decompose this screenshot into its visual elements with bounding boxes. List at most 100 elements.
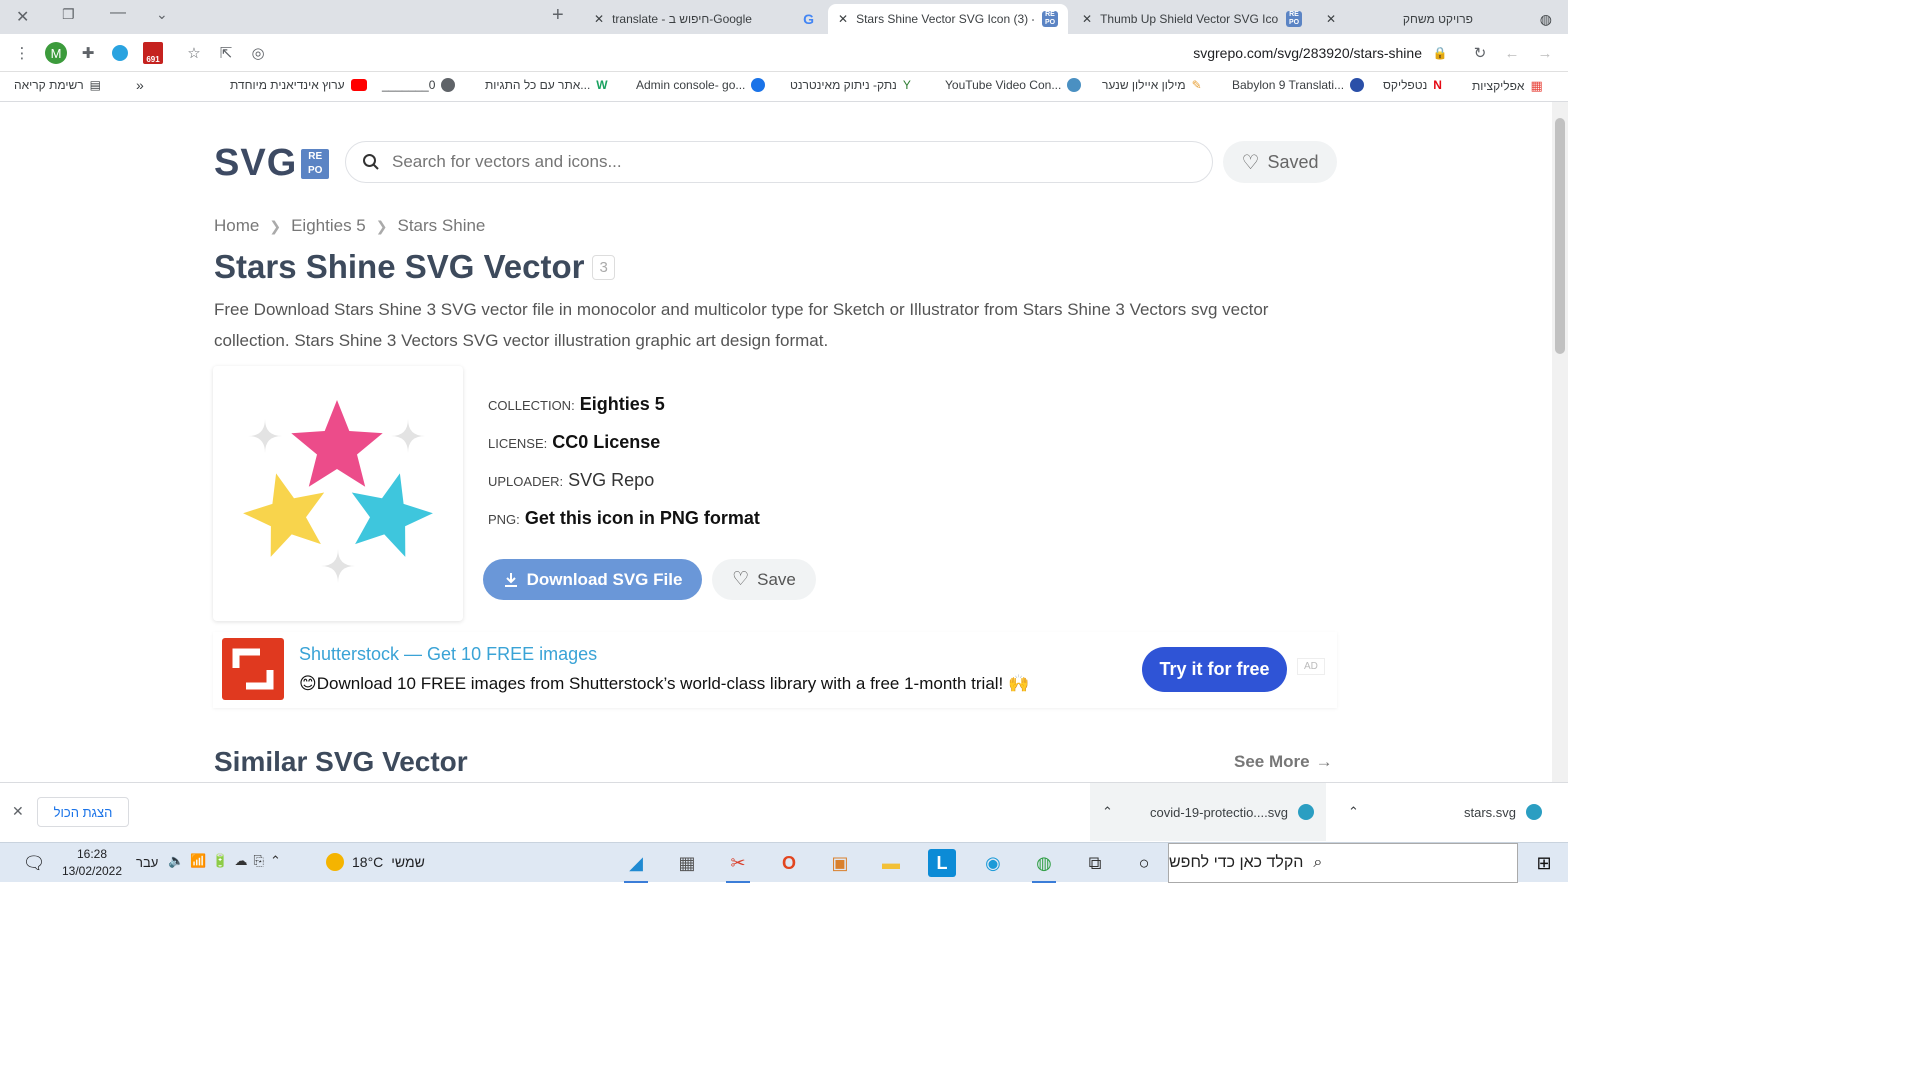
saved-button[interactable]: ♡ Saved [1223,141,1337,183]
show-all-button[interactable]: הצגת הכול [37,797,129,827]
language-indicator[interactable]: עבר [136,855,158,870]
bookmark-item[interactable]: אתר עם כל התגיות... W [485,78,608,92]
heart-icon: ♡ [1241,151,1260,174]
meta-collection-link[interactable]: Eighties 5 [580,394,665,414]
tab-stars-shine[interactable]: ✕ Stars Shine Vector SVG Icon (3) - RE PO [828,4,1068,34]
clock[interactable]: 16:28 13/02/2022 [56,846,128,880]
ad-banner[interactable]: Shutterstock — Get 10 FREE images 😊Downl… [213,632,1337,708]
saved-label: Saved [1267,151,1319,172]
png-link[interactable]: Get this icon in PNG format [525,508,760,528]
file-explorer-icon[interactable]: ▬ [877,849,905,877]
breadcrumb-home[interactable]: Home [214,216,259,236]
download-item[interactable]: ⌃ covid-19-protectio....svg [1090,783,1326,841]
hide-eye-icon[interactable]: ◎ [248,43,268,63]
scrollbar-thumb[interactable] [1555,118,1565,354]
chevron-up-icon[interactable]: ⌃ [1102,804,1113,820]
new-tab-icon[interactable]: + [552,4,564,27]
bookmark-item[interactable]: YouTube Video Con... [945,78,1082,92]
tab-project-game[interactable]: ✕ פרויקט משחק ◍ [1316,4,1562,34]
vscode-icon[interactable]: ◢ [622,849,650,883]
address-url[interactable]: svgrepo.com/svg/283920/stars-shine [1120,45,1422,61]
lock-icon[interactable]: 🔒 [1430,43,1450,63]
tab-thumb-up-shield[interactable]: ✕ Thumb Up Shield Vector SVG Ico RE PO [1072,4,1312,34]
bookmark-item[interactable]: נטפליקס N [1383,78,1442,92]
tab-google-translate[interactable]: ✕ translate - חיפוש ב-Google G [584,4,824,34]
restore-window-icon[interactable]: ❐ [62,6,75,23]
bookmark-label: נטפליקס [1383,78,1428,92]
gmail-badge: 691 [146,55,160,64]
weather-widget[interactable]: 18°C שמשי [326,853,425,871]
taskbar-search[interactable]: ⌕ הקלד כאן כדי לחפש [1168,843,1518,883]
minimize-window-icon[interactable]: — [110,4,126,22]
office-icon[interactable]: O [775,849,803,877]
bookmarks-overflow-icon[interactable]: » [136,77,144,93]
close-tab-icon[interactable]: ✕ [594,12,604,26]
search-input[interactable] [392,152,1092,172]
menu-kebab-icon[interactable]: ⋮ [12,43,32,63]
back-icon[interactable]: → [1535,43,1555,63]
bookmarks-bar: רשימת קריאה ▤ » ערוץ אינדיאנית מיוחדת __… [0,72,1568,102]
bookmark-star-icon[interactable]: ☆ [184,43,204,63]
meta-uploader-value: SVG Repo [568,470,655,490]
search-bar[interactable] [345,141,1213,183]
close-window-icon[interactable]: ✕ [16,7,29,27]
breadcrumb-current[interactable]: Stars Shine [398,216,486,236]
ad-title[interactable]: Shutterstock — Get 10 FREE images [299,644,597,665]
close-tab-icon[interactable]: ✕ [1082,12,1092,26]
bookmark-label: _______0 [382,78,436,92]
taskbar-search-placeholder: הקלד כאן כדי לחפש [1169,854,1304,871]
meta-license-link[interactable]: CC0 License [552,432,660,452]
edge-icon[interactable]: ◉ [979,849,1007,877]
download-svg-button[interactable]: Download SVG File [483,559,702,600]
reading-list[interactable]: רשימת קריאה ▤ [14,78,101,92]
forward-icon[interactable]: ← [1502,43,1522,63]
chevron-up-icon[interactable]: ⌃ [1348,804,1359,820]
close-tab-icon[interactable]: ✕ [1326,12,1336,26]
plug-icon: Y [902,78,911,92]
bookmark-item[interactable]: מילון איילון שנער ✎ [1102,78,1202,92]
tray-icons[interactable]: 🔈📶🔋☁⎘⌃ [168,853,287,869]
bookmark-label: אתר עם כל התגיות... [485,78,591,92]
bookmark-item[interactable]: ערוץ אינדיאנית מיוחדת [230,78,367,92]
l-app-icon[interactable]: L [928,849,956,877]
reload-icon[interactable]: ↻ [1470,43,1490,63]
reading-list-icon: ▤ [89,78,102,92]
weather-extension-icon[interactable] [110,43,130,63]
globe-icon: ◍ [1539,10,1552,27]
globe-icon [441,78,456,92]
task-view-icon[interactable]: ⧉ [1081,849,1109,877]
close-tab-icon[interactable]: ✕ [838,12,848,26]
windows-start-icon[interactable]: ⊞ [1530,849,1558,877]
breadcrumb-collection[interactable]: Eighties 5 [291,216,366,236]
scrollbar[interactable] [1552,102,1568,782]
try-free-button[interactable]: Try it for free [1142,647,1287,692]
bookmark-item[interactable]: _______0 [382,78,456,92]
extensions-puzzle-icon[interactable]: ✚ [78,43,98,63]
download-filename: stars.svg [1463,804,1516,820]
meta-key: UPLOADER: [488,474,564,489]
google-icon: G [803,11,814,27]
notifications-icon[interactable]: 🗨 [20,849,48,877]
photos-icon[interactable]: ▣ [826,849,854,877]
cortana-icon[interactable]: ○ [1130,849,1158,877]
admin-console-icon [751,78,766,92]
see-more-link[interactable]: See More → [1234,752,1333,772]
avatar[interactable]: M [45,42,67,64]
svgrepo-logo[interactable]: SVG RE PO [214,142,330,185]
share-icon[interactable]: ⇱ [216,43,236,63]
tab-title: translate - חיפוש ב-Google [612,12,752,26]
bookmark-item[interactable]: Admin console- go... [636,78,766,92]
bookmark-item[interactable]: אפליקציות ▦ [1472,78,1543,94]
tab-search-icon[interactable]: ⌄ [156,6,168,23]
bookmark-label: מילון איילון שנער [1102,78,1186,92]
chrome-icon[interactable]: ◍ [1030,849,1058,883]
close-downloads-icon[interactable]: ✕ [12,803,24,820]
download-item[interactable]: ⌃ stars.svg [1340,783,1550,841]
snipping-tool-icon[interactable]: ✂ [724,849,752,883]
bookmark-item[interactable]: נתק- ניתוק מאינטרנט Y [790,78,911,92]
save-button[interactable]: ♡ Save [712,559,816,600]
gmail-extension-icon[interactable]: 691 [143,42,163,64]
chevron-right-icon: ❯ [375,217,388,234]
calculator-icon[interactable]: ▦ [673,849,701,877]
bookmark-item[interactable]: Babylon 9 Translati... [1232,78,1365,92]
